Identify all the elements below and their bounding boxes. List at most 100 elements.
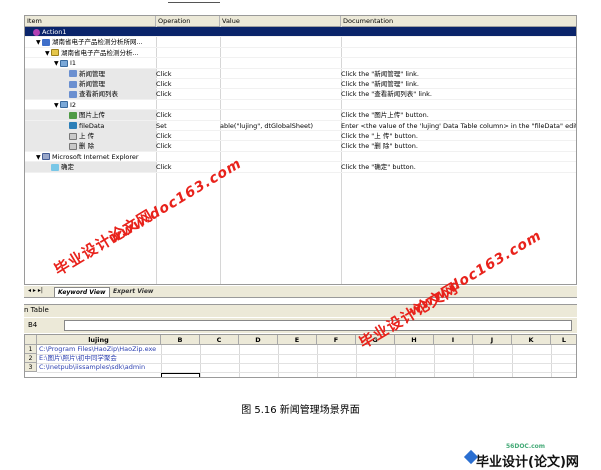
grid-row[interactable]: 新闻管理 Click Click the "新闻管理" link. <box>25 68 576 79</box>
row-documentation[interactable] <box>341 58 576 68</box>
grid-row[interactable]: fileData Set able("lujing", dtGlobalSheet)… <box>25 120 576 131</box>
column-header-value[interactable]: Value <box>220 16 341 26</box>
row-value[interactable] <box>220 79 340 89</box>
row-operation[interactable] <box>156 58 219 68</box>
row-item-cell[interactable]: ▼ I2 <box>25 100 156 110</box>
row-documentation[interactable] <box>341 27 576 37</box>
row-item-cell[interactable]: 新闻管理 <box>25 68 156 79</box>
cell-reference[interactable]: B4 <box>28 320 58 331</box>
row-item-cell[interactable]: fileData <box>25 120 156 131</box>
sheet-column-header[interactable]: L <box>551 335 576 345</box>
row-value[interactable] <box>220 89 340 99</box>
row-value[interactable] <box>220 69 340 79</box>
row-value[interactable] <box>220 100 340 110</box>
tab-keyword-view[interactable]: Keyword View <box>54 287 110 297</box>
row-operation[interactable] <box>156 37 219 47</box>
frame-icon <box>60 59 68 67</box>
row-item-cell[interactable]: 新闻管理 <box>25 79 156 89</box>
btn-icon <box>69 142 77 150</box>
row-value[interactable] <box>220 141 340 151</box>
row-value[interactable] <box>220 131 340 141</box>
row-operation[interactable]: Click <box>156 131 219 141</box>
grid-row[interactable]: ▼ 湖南省电子产品检测分析所网... <box>25 37 576 48</box>
row-operation[interactable]: Click <box>156 110 219 120</box>
row-item-cell[interactable]: 查看新闻列表 <box>25 89 156 100</box>
row-value[interactable] <box>220 27 340 37</box>
sheet-column-header[interactable]: H <box>395 335 434 345</box>
sheet-column-header[interactable]: F <box>317 335 356 345</box>
row-item-cell[interactable]: 上 传 <box>25 131 156 141</box>
grid-row[interactable]: 新闻管理 Click Click the "新闻管理" link. <box>25 79 576 90</box>
row-operation[interactable]: Click <box>156 69 219 79</box>
row-documentation[interactable] <box>341 48 576 58</box>
row-item-cell[interactable]: ▼ 湖南省电子产品检测分析... <box>25 48 156 58</box>
row-item-cell[interactable]: 确定 <box>25 162 156 173</box>
row-documentation[interactable]: Click the "确定" button. <box>341 162 576 172</box>
top-rule <box>168 2 220 3</box>
row-documentation[interactable] <box>341 152 576 162</box>
row-documentation[interactable]: Enter <the value of the 'lujing' Data Ta… <box>341 121 576 131</box>
sheet-column-header[interactable]: I <box>434 335 473 345</box>
grid-row[interactable]: 查看新闻列表 Click Click the "查看新闻列表" link. <box>25 89 576 100</box>
row-operation[interactable] <box>156 27 219 37</box>
grid-row[interactable]: 上 传 Click Click the "上 传" button. <box>25 131 576 142</box>
row-value[interactable]: able("lujing", dtGlobalSheet) <box>220 121 340 131</box>
sheet-column-header[interactable]: J <box>473 335 512 345</box>
sheet-column-header[interactable]: B <box>161 335 200 345</box>
row-operation[interactable]: Click <box>156 79 219 89</box>
sheet-column-header[interactable]: lujing <box>37 335 161 345</box>
selected-cell-b4[interactable] <box>161 373 200 377</box>
sheet-cell[interactable]: C:\Inetpub\iissamples\sdk\admin <box>37 363 145 372</box>
sheet-column-header[interactable]: K <box>512 335 551 345</box>
row-operation[interactable] <box>156 100 219 110</box>
sheet-row-header[interactable]: 3 <box>25 363 37 372</box>
row-value[interactable] <box>220 110 340 120</box>
row-documentation[interactable]: Click the "删 除" button. <box>341 141 576 151</box>
sheet-column-header[interactable]: D <box>239 335 278 345</box>
tab-scroll-arrows[interactable]: ◂ ▸ ▸| <box>28 287 43 294</box>
grid-row[interactable]: 确定 Click Click the "确定" button. <box>25 162 576 173</box>
formula-input[interactable] <box>64 320 572 331</box>
row-documentation[interactable]: Click the "图片上传" button. <box>341 110 576 120</box>
row-item-cell[interactable]: ▼ 湖南省电子产品检测分析所网... <box>25 37 156 47</box>
row-documentation[interactable] <box>341 100 576 110</box>
row-value[interactable] <box>220 58 340 68</box>
ok-icon <box>51 163 59 171</box>
row-operation[interactable]: Set <box>156 121 219 131</box>
grid-row[interactable]: ▼ 湖南省电子产品检测分析... <box>25 48 576 59</box>
row-documentation[interactable]: Click the "查看新闻列表" link. <box>341 89 576 99</box>
row-operation[interactable]: Click <box>156 141 219 151</box>
column-header-item[interactable]: Item <box>25 16 156 26</box>
grid-row[interactable]: 删 除 Click Click the "删 除" button. <box>25 141 576 152</box>
row-value[interactable] <box>220 48 340 58</box>
row-documentation[interactable]: Click the "上 传" button. <box>341 131 576 141</box>
sheet-cell[interactable]: E:\图片\照片\初中同学聚会 <box>37 354 117 363</box>
grid-row[interactable]: ▼ I1 <box>25 58 576 69</box>
row-operation[interactable]: Click <box>156 89 219 99</box>
row-item-cell[interactable]: ▼ I1 <box>25 58 156 68</box>
grid-row[interactable]: ▼ I2 <box>25 100 576 111</box>
row-value[interactable] <box>220 37 340 47</box>
row-documentation[interactable]: Click the "新闻管理" link. <box>341 69 576 79</box>
sheet-cell[interactable]: C:\Program Files\HaoZip\HaoZip.exe <box>37 345 156 354</box>
sheet-row-header[interactable]: 1 <box>25 345 37 354</box>
data-table-sheet[interactable]: lujing B C D E F G H I J K L 1 C:\Program Files\HaoZi… <box>24 334 577 378</box>
grid-row[interactable]: ▼ Microsoft Internet Explorer <box>25 152 576 163</box>
sheet-column-header[interactable]: C <box>200 335 239 345</box>
column-header-documentation[interactable]: Documentation <box>341 16 576 26</box>
sheet-column-header[interactable]: E <box>278 335 317 345</box>
row-item-cell[interactable]: 删 除 <box>25 141 156 152</box>
row-documentation[interactable] <box>341 37 576 47</box>
sheet-row-header[interactable]: 2 <box>25 354 37 363</box>
row-item-cell[interactable]: 图片上传 <box>25 110 156 121</box>
row-documentation[interactable]: Click the "新闻管理" link. <box>341 79 576 89</box>
row-operation[interactable] <box>156 152 219 162</box>
grid-row[interactable]: Action1 <box>25 27 576 38</box>
row-item-cell[interactable]: Action1 <box>25 27 156 37</box>
tab-expert-view[interactable]: Expert View <box>110 287 156 296</box>
edit-icon <box>69 122 77 130</box>
grid-row[interactable]: 图片上传 Click Click the "图片上传" button. <box>25 110 576 121</box>
row-item-cell[interactable]: ▼ Microsoft Internet Explorer <box>25 152 156 162</box>
row-operation[interactable] <box>156 48 219 58</box>
column-header-operation[interactable]: Operation <box>156 16 220 26</box>
